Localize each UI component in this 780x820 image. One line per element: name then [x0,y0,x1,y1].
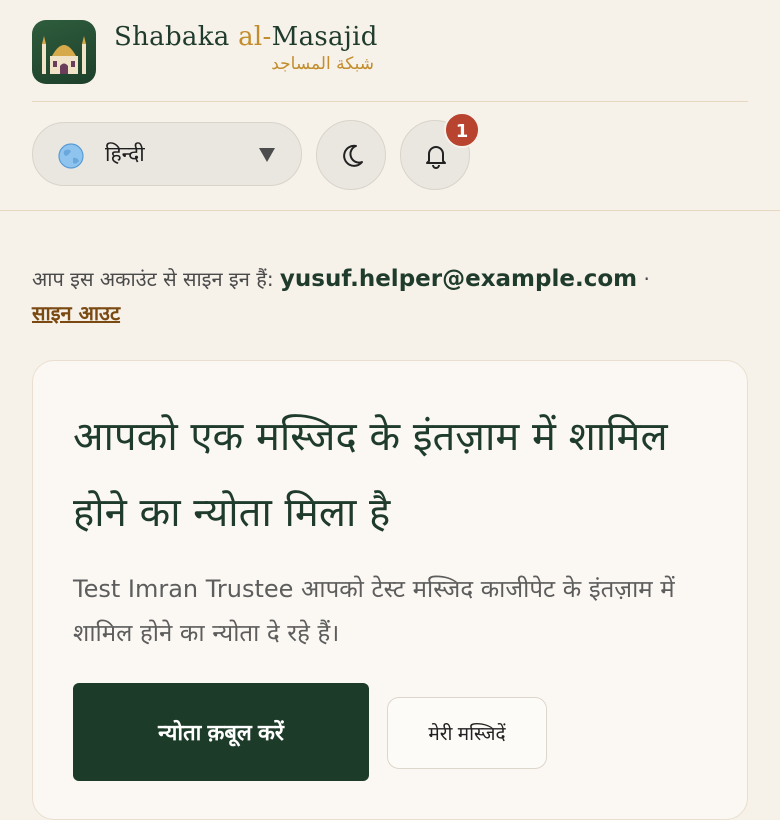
signed-in-status: आप इस अकाउंट से साइन इन हैं: yusuf.helpe… [32,262,748,330]
brand-name-ar: شبكة المساجد [271,54,374,74]
brand-suffix: Masajid [271,22,378,52]
signed-in-prefix: आप इस अकाउंट से साइन इन हैं: [32,267,280,291]
signed-in-email: yusuf.helper@example.com [279,266,638,292]
accept-invite-button[interactable]: न्योता क़बूल करें [73,683,369,781]
app-header: Shabaka al-Masajid شبكة المساجد [32,18,748,102]
moon-icon [343,144,363,167]
invite-card: आपको एक मस्जिद के इंतज़ाम में शामिल होने… [32,360,748,820]
my-mosques-button[interactable]: मेरी मस्जिदें [387,697,547,769]
globe-icon [57,142,85,174]
bell-icon [426,146,446,169]
brand-prefix: Shabaka [114,22,239,52]
theme-toggle-button[interactable] [316,120,386,190]
invite-title: आपको एक मस्जिद के इंतज़ाम में शामिल होने… [73,414,668,536]
brand-al: al- [238,22,272,52]
brand-name-en: Shabaka al-Masajid [114,22,378,52]
header-divider [0,210,780,211]
separator: · [637,267,650,291]
language-selected-value: हिन्दी [105,142,145,166]
notification-count-badge: 1 [444,112,480,148]
header-controls: हिन्दी 1 [32,112,748,190]
invite-description: Test Imran Trustee आपको टेस्ट मस्जिद काज… [73,575,675,647]
sign-out-link[interactable]: साइन आउट [32,301,120,325]
language-select[interactable]: हिन्दी [32,122,302,186]
chevron-down-icon [259,148,275,162]
brand-name: Shabaka al-Masajid شبكة المساجد [114,22,378,74]
mosque-icon[interactable] [32,20,96,84]
